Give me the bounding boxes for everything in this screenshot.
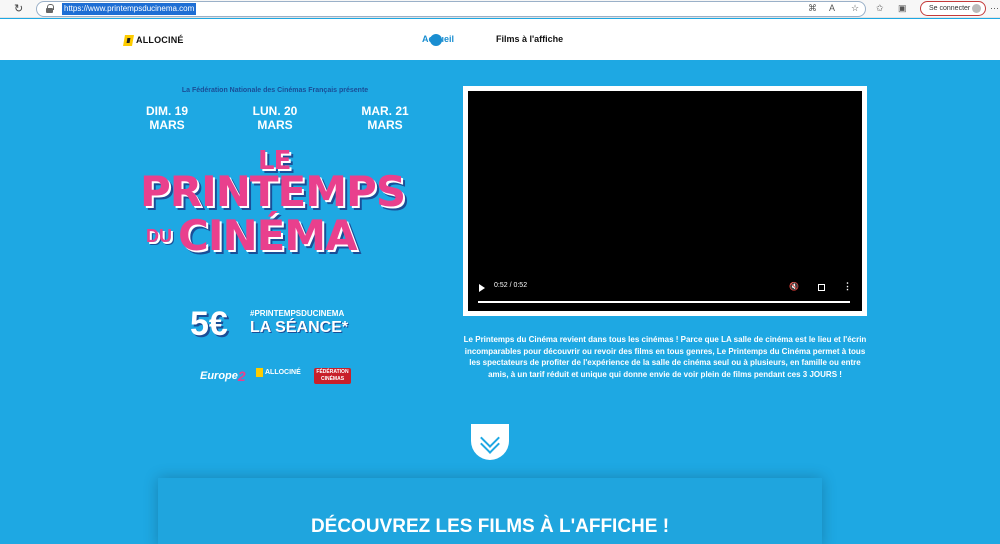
reload-icon[interactable]: ↻: [14, 2, 23, 15]
active-nav-indicator: [430, 34, 442, 46]
favorites-icon[interactable]: ✩: [876, 3, 884, 14]
date-month: MARS: [367, 118, 403, 132]
europe-num: 2: [237, 368, 246, 384]
films-section: DÉCOUVREZ LES FILMS À L'AFFICHE !: [158, 478, 822, 544]
more-icon[interactable]: ⋯: [990, 3, 999, 14]
video-time: 0:52 / 0:52: [494, 282, 528, 289]
title-cinema: CINÉMA: [178, 211, 358, 260]
europe-text: Europe: [200, 370, 238, 382]
fnc-top: FÉDÉRATION: [316, 369, 349, 375]
date-3: MAR. 21 MARS: [350, 104, 420, 132]
allocine-partner-text: ALLOCINÉ: [265, 369, 301, 376]
mute-icon[interactable]: 🔇: [789, 282, 799, 291]
video-player[interactable]: 0:52 / 0:52 🔇 ⋮: [468, 91, 862, 311]
scroll-down-button[interactable]: [471, 424, 509, 460]
title-du: DU: [146, 226, 172, 246]
europe2-logo: Europe 2: [200, 368, 246, 384]
films-section-title: DÉCOUVREZ LES FILMS À L'AFFICHE !: [310, 516, 670, 537]
signin-button[interactable]: Se connecter: [920, 1, 986, 16]
nav-films-affiche[interactable]: Films à l'affiche: [496, 34, 563, 44]
site-header: ALLOCINÉ Accueil Films à l'affiche: [0, 19, 1000, 60]
date-1: DIM. 19 MARS: [132, 104, 202, 132]
read-aloud-icon[interactable]: A: [829, 3, 835, 14]
federation-text: La Fédération Nationale des Cinémas Fran…: [181, 87, 369, 94]
lock-icon[interactable]: [46, 4, 54, 13]
collections-icon[interactable]: ▣: [898, 3, 907, 14]
url-text[interactable]: https://www.printempsducinema.com: [62, 3, 197, 15]
allocine-logo[interactable]: ALLOCINÉ: [123, 34, 184, 46]
fullscreen-icon[interactable]: [818, 284, 825, 291]
allocine-mark-icon: [123, 34, 134, 46]
allocine-mark-icon: [256, 368, 263, 377]
price: 5€: [190, 305, 228, 343]
favorite-icon[interactable]: ☆: [851, 3, 859, 14]
date-2: LUN. 20 MARS: [240, 104, 310, 132]
date-month: MARS: [149, 118, 185, 132]
video-frame: 0:52 / 0:52 🔇 ⋮: [463, 86, 867, 316]
address-bar[interactable]: https://www.printempsducinema.com: [36, 1, 866, 17]
video-progress-bar[interactable]: [478, 301, 850, 303]
title-printemps: PRINTEMPS: [140, 167, 406, 216]
signin-label: Se connecter: [929, 5, 971, 12]
date-month: MARS: [257, 118, 293, 132]
profile-icon: [972, 4, 981, 13]
play-icon[interactable]: [479, 284, 485, 292]
seance-label: LA SÉANCE*: [250, 319, 349, 336]
more-options-icon[interactable]: ⋮: [843, 281, 852, 292]
logo-text: ALLOCINÉ: [136, 35, 184, 45]
fnc-bottom: CINÉMAS: [320, 376, 345, 382]
allocine-partner-logo: ALLOCINÉ: [256, 368, 301, 377]
description-text: Le Printemps du Cinéma revient dans tous…: [463, 335, 867, 379]
fnc-logo: FÉDÉRATION CINÉMAS: [314, 368, 351, 384]
browser-toolbar: ↻ https://www.printempsducinema.com ⌘ A …: [0, 0, 1000, 18]
date-day: DIM. 19: [145, 104, 188, 118]
date-day: LUN. 20: [252, 104, 298, 118]
date-day: MAR. 21: [361, 104, 409, 118]
grid-icon[interactable]: ⌘: [808, 3, 817, 14]
hashtag: #PRINTEMPSDUCINEMA: [250, 309, 345, 318]
